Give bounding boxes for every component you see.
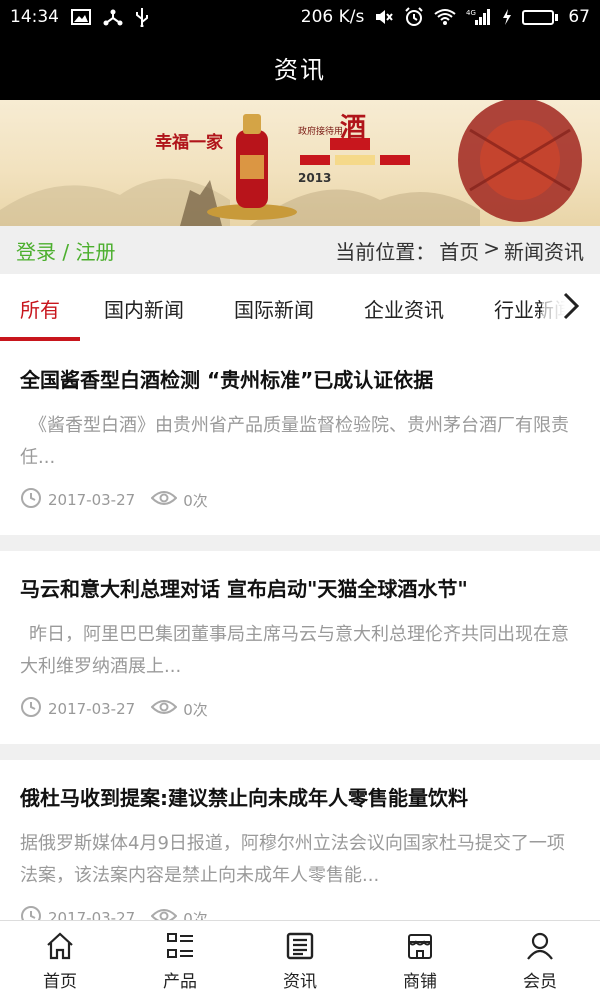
tab-company-news[interactable]: 企业资讯 (364, 274, 444, 342)
news-meta: 2017-03-27 0次 (20, 905, 224, 920)
nav-item-products[interactable]: 产品 (120, 921, 240, 1000)
news-views: 0次 (183, 491, 208, 510)
signal-icon: 4G (466, 8, 492, 26)
news-title[interactable]: 全国酱香型白酒检测 “贵州标准”已成认证依据 (20, 364, 580, 393)
eye-icon (150, 489, 178, 511)
banner-year: 2013 (298, 171, 331, 185)
breadcrumb-prefix: 当前位置： (335, 239, 436, 264)
clock-icon (20, 487, 42, 513)
tab-all[interactable]: 所有 (20, 274, 60, 342)
eye-icon (150, 907, 178, 920)
net-speed: 206 K/s (300, 7, 365, 27)
news-date: 2017-03-27 (48, 909, 136, 920)
news-summary: 《酱香型白酒》由贵州省产品质量监督检验院、贵州茅台酒厂有限责任... (20, 415, 569, 468)
charging-icon (502, 8, 512, 26)
news-list: 全国酱香型白酒检测 “贵州标准”已成认证依据 《酱香型白酒》由贵州省产品质量监督… (0, 342, 600, 920)
news-item[interactable]: 全国酱香型白酒检测 “贵州标准”已成认证依据 《酱香型白酒》由贵州省产品质量监督… (0, 342, 600, 535)
status-bar: 14:34 206 K/s 4G 67 (0, 0, 600, 34)
breadcrumb-current: 新闻资讯 (504, 239, 584, 264)
status-time: 14:34 (10, 7, 59, 27)
news-summary: 据俄罗斯媒体4月9日报道，阿穆尔州立法会议向国家杜马提交了一项法案，该法案内容是… (20, 833, 565, 886)
nav-item-news[interactable]: 资讯 (240, 921, 360, 1000)
member-icon (523, 929, 557, 963)
news-title[interactable]: 马云和意大利总理对话 宣布启动"天猫全球酒水节" (20, 573, 580, 602)
clock-icon (20, 696, 42, 722)
mute-icon (374, 8, 394, 26)
alarm-icon (404, 7, 424, 27)
news-meta: 2017-03-27 0次 (20, 487, 224, 513)
tab-international-news[interactable]: 国际新闻 (234, 274, 314, 342)
battery-icon (522, 9, 559, 25)
banner-image[interactable]: 幸福一家 政府接待用 酒 2013 (0, 100, 600, 226)
nav-label-news: 资讯 (283, 972, 317, 992)
shop-icon (403, 929, 437, 963)
home-icon (43, 929, 77, 963)
signal-label: 4G (466, 9, 476, 17)
wifi-icon (434, 8, 456, 26)
nav-item-shop[interactable]: 商铺 (360, 921, 480, 1000)
breadcrumb: 当前位置： 首页 > 新闻资讯 (335, 236, 584, 265)
image-notification-icon (71, 9, 91, 25)
breadcrumb-bar: 登录 / 注册 当前位置： 首页 > 新闻资讯 (0, 226, 600, 274)
nav-item-home[interactable]: 首页 (0, 921, 120, 1000)
battery-percent: 67 (568, 7, 590, 27)
product-grid-icon (163, 929, 197, 963)
news-views: 0次 (183, 909, 208, 921)
decorative-drum-image (458, 100, 582, 222)
share-icon (103, 8, 123, 26)
login-register-link[interactable]: 登录 / 注册 (16, 236, 115, 265)
news-item[interactable]: 俄杜马收到提案:建议禁止向未成年人零售能量饮料 据俄罗斯媒体4月9日报道，阿穆尔… (0, 760, 600, 920)
bottom-nav: 首页 产品 资讯 商铺 会员 (0, 920, 600, 1000)
page-title: 资讯 (274, 55, 326, 84)
news-meta: 2017-03-27 0次 (20, 696, 224, 722)
nav-label-shop: 商铺 (403, 972, 437, 992)
news-summary: 昨日，阿里巴巴集团董事局主席马云与意大利总理伦齐共同出现在意大利维罗纳酒展上..… (20, 624, 569, 677)
banner-big-char: 酒 (340, 113, 366, 143)
nav-label-home: 首页 (43, 972, 77, 992)
clock-icon (20, 905, 42, 920)
tabs-scroll-right-button[interactable] (542, 274, 600, 342)
news-title[interactable]: 俄杜马收到提案:建议禁止向未成年人零售能量饮料 (20, 782, 580, 811)
page-header: 资讯 (0, 34, 600, 100)
nav-label-member: 会员 (523, 972, 557, 992)
news-icon (283, 929, 317, 963)
chevron-right-icon (562, 291, 580, 325)
usb-icon (135, 7, 149, 27)
news-views: 0次 (183, 700, 208, 719)
banner-slogan: 幸福一家 (155, 132, 223, 153)
news-item[interactable]: 马云和意大利总理对话 宣布启动"天猫全球酒水节" 昨日，阿里巴巴集团董事局主席马… (0, 551, 600, 744)
category-tabs: 所有 国内新闻 国际新闻 企业资讯 行业新闻 (0, 274, 600, 342)
tab-domestic-news[interactable]: 国内新闻 (104, 274, 184, 342)
active-tab-indicator (0, 337, 80, 341)
nav-item-member[interactable]: 会员 (480, 921, 600, 1000)
news-date: 2017-03-27 (48, 491, 136, 509)
news-date: 2017-03-27 (48, 700, 136, 718)
banner-vertical-text: 政府接待用 (298, 125, 343, 137)
eye-icon (150, 698, 178, 720)
nav-label-products: 产品 (163, 972, 197, 992)
breadcrumb-home-link[interactable]: 首页 (439, 236, 479, 265)
breadcrumb-separator: > (483, 235, 500, 260)
